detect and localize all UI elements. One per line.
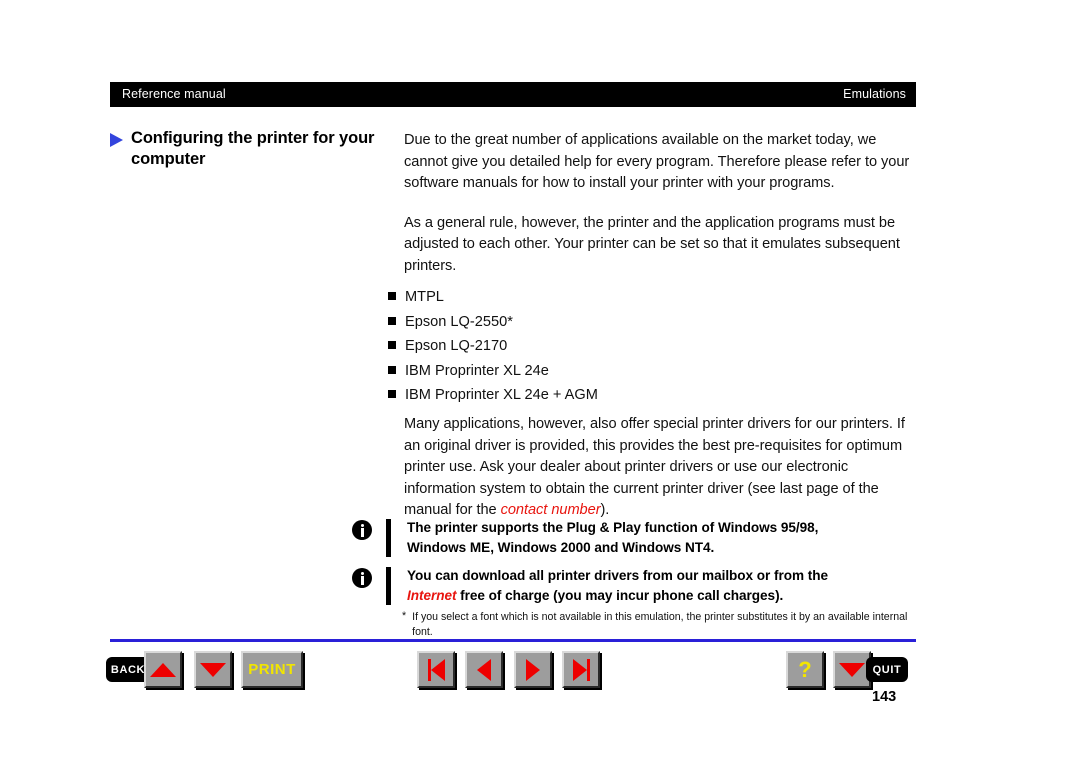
drivers-paragraph-block: Many applications, however, also offer s… [404,414,919,522]
note-line-1: You can download all printer drivers fro… [407,568,828,583]
triangle-down-icon [200,662,226,677]
paragraph-3-tail: ). [600,502,610,518]
footnote-marker: * [402,610,407,622]
footnote: * If you select a font which is not avai… [402,610,912,640]
scroll-down-button[interactable] [194,651,232,688]
note-text: You can download all printer drivers fro… [407,566,828,605]
paragraph-3: Many applications, however, also offer s… [404,414,919,522]
note-divider [386,519,391,557]
horizontal-rule [110,639,916,642]
note-divider [386,567,391,605]
info-icon [352,568,372,588]
page-header-bar: Reference manual Emulations [110,82,916,107]
triangle-left-icon [477,658,491,681]
first-page-button[interactable] [417,651,455,688]
last-page-button[interactable] [562,651,600,688]
internet-highlight: Internet [407,587,457,603]
emulation-list: MTPL Epson LQ-2550* Epson LQ-2170 IBM Pr… [388,285,808,408]
square-bullet-icon [388,365,396,374]
info-notes: The printer supports the Plug & Play fun… [352,518,917,605]
list-item: Epson LQ-2170 [388,334,808,359]
section-heading: Configuring the printer for your compute… [110,128,400,170]
triangle-down-icon [839,662,865,677]
paragraph-3-text: Many applications, however, also offer s… [404,416,905,518]
manual-page: Reference manual Emulations Configuring … [0,0,1080,763]
list-item-label: IBM Proprinter XL 24e + AGM [405,387,598,403]
next-page-button[interactable] [514,651,552,688]
paragraph-1: Due to the great number of applications … [404,132,910,191]
list-item: Epson LQ-2550* [388,310,808,335]
help-button[interactable]: ? [786,651,824,688]
square-bullet-icon [388,316,396,325]
note-line-2: free of charge (you may incur phone call… [456,587,784,603]
scroll-up-button[interactable] [144,651,182,688]
footnote-text: If you select a font which is not availa… [412,611,908,638]
question-mark-icon: ? [798,656,812,682]
skip-to-first-icon [427,658,445,681]
blue-triangle-right-icon [110,133,123,147]
list-item-label: Epson LQ-2550* [405,313,513,330]
previous-page-button[interactable] [465,651,503,688]
page-title: Configuring the printer for your compute… [131,129,375,169]
note-line-2: Windows ME, Windows 2000 and Windows NT4… [407,539,715,555]
header-right-title: Emulations [843,87,906,102]
list-item: MTPL [388,285,808,310]
square-bullet-icon [388,390,396,398]
info-icon [352,520,372,540]
list-item: IBM Proprinter XL 24e + AGM [388,383,808,408]
page-number: 143 [872,689,897,705]
print-button-label: PRINT [248,661,296,678]
intro-paragraphs: Due to the great number of applications … [404,130,919,277]
triangle-up-icon [150,662,176,677]
note-text: The printer supports the Plug & Play fun… [407,518,818,557]
note-line-1: The printer supports the Plug & Play fun… [407,520,819,535]
list-item: IBM Proprinter XL 24e [388,359,808,384]
list-item-label: IBM Proprinter XL 24e [405,362,549,379]
list-item-label: Epson LQ-2170 [405,338,508,354]
paragraph-2: As a general rule, however, the printer … [404,214,900,274]
bottom-navigation: BACK PRINT ? QUIT [0,651,1080,695]
skip-to-last-icon [572,658,590,681]
quit-button[interactable]: QUIT [866,657,908,682]
info-note: The printer supports the Plug & Play fun… [352,518,917,557]
header-left-title: Reference manual [122,87,226,102]
contact-number-highlight: contact number [500,502,601,518]
list-item-label: MTPL [405,289,444,305]
square-bullet-icon [388,292,396,300]
square-bullet-icon [388,341,396,349]
info-note: You can download all printer drivers fro… [352,566,917,605]
triangle-right-icon [526,658,540,681]
print-button[interactable]: PRINT [241,651,303,688]
